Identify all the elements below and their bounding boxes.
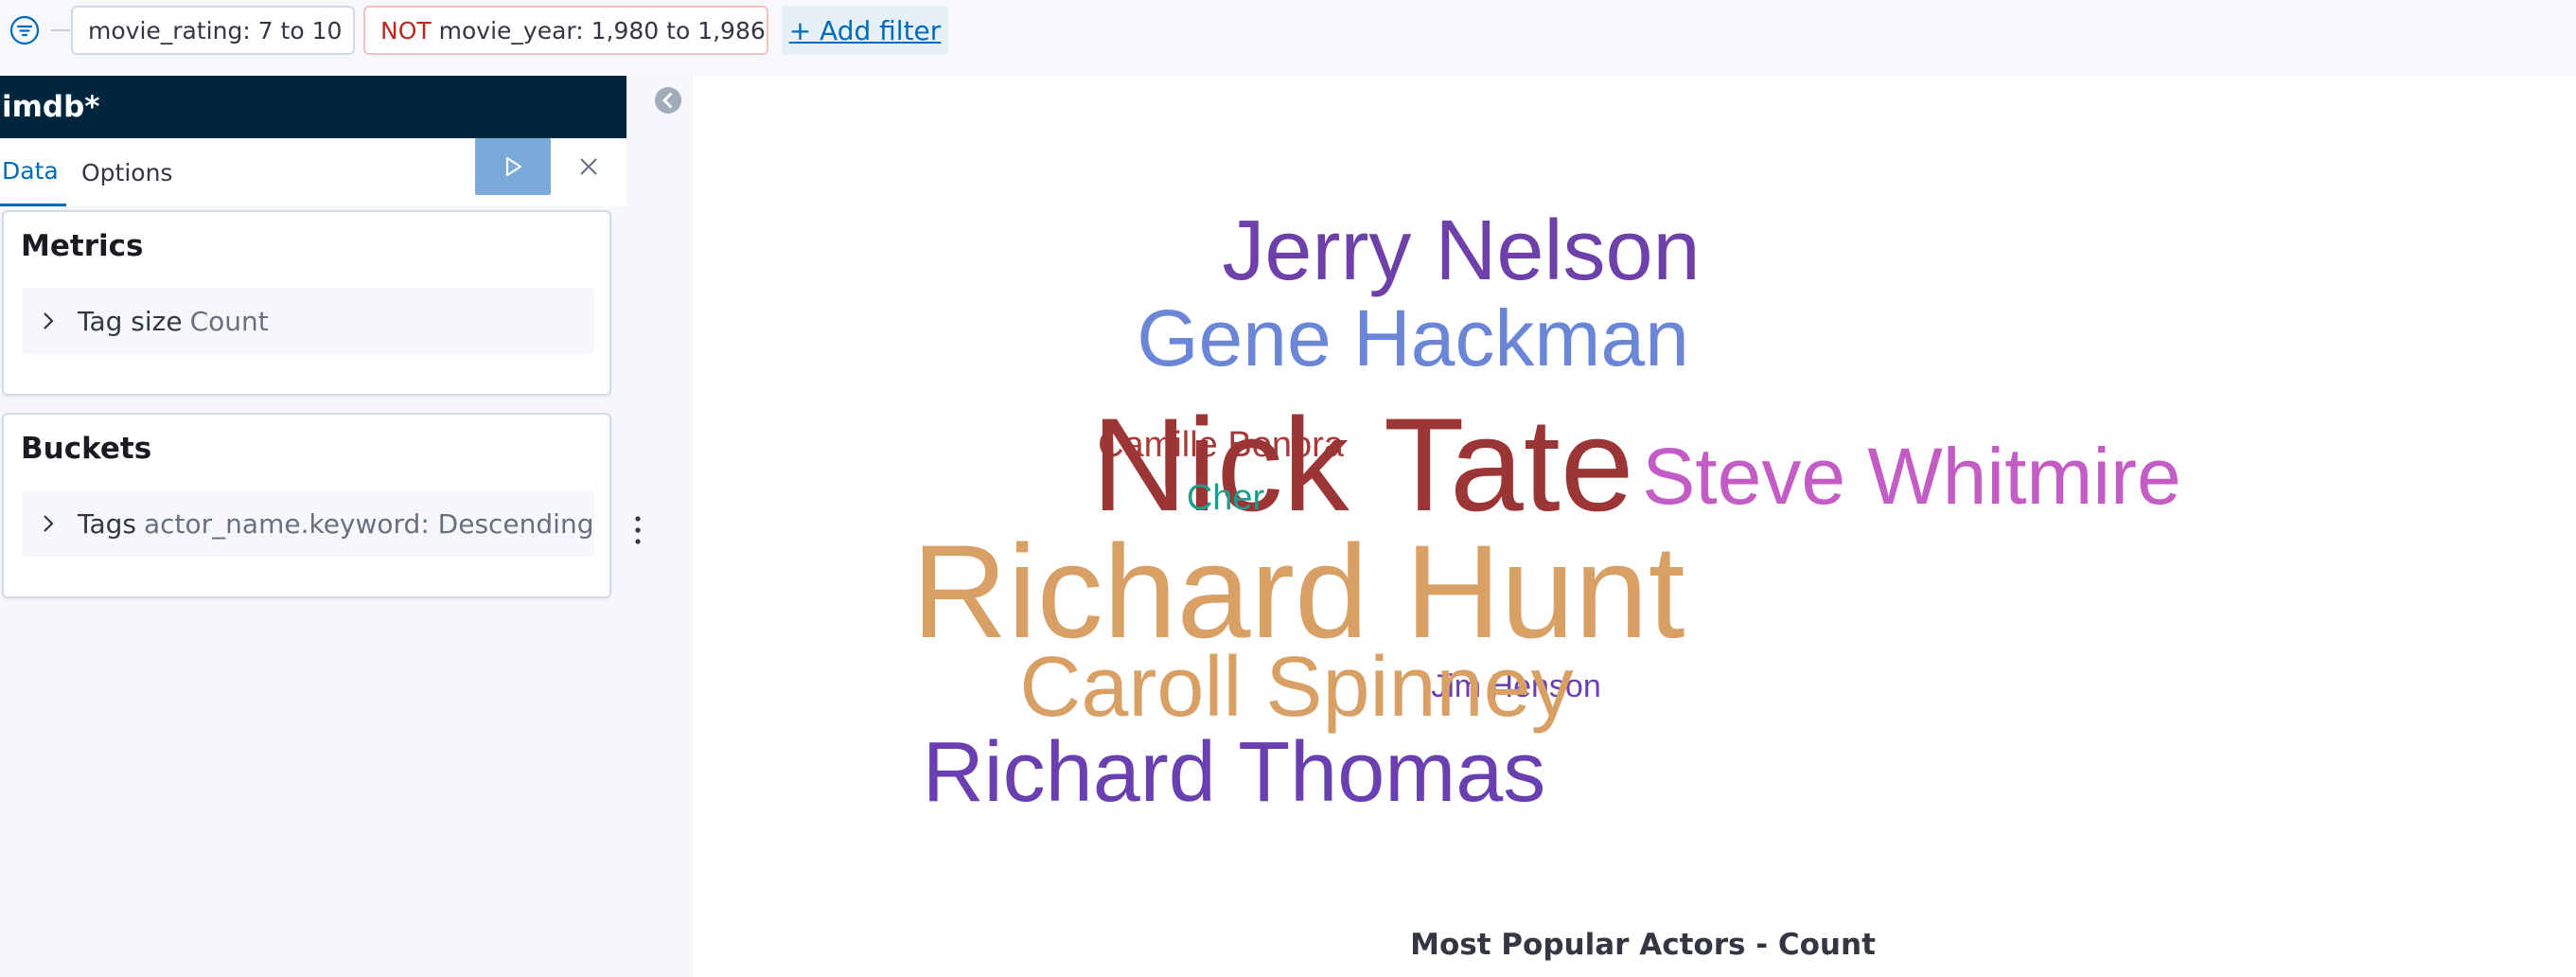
tag-cloud-word[interactable]: Steve Whitmire — [1642, 432, 2180, 521]
tag-cloud-word[interactable]: Caroll Spinney — [1019, 640, 1573, 735]
resize-handle-icon[interactable] — [628, 511, 647, 549]
filter-bar: movie_rating: 7 to 10 NOT movie_year: 1,… — [0, 0, 2576, 76]
aggregation-type: Tags — [78, 507, 136, 540]
play-icon — [505, 156, 522, 177]
metrics-title: Metrics — [21, 229, 144, 263]
discard-changes-button[interactable] — [568, 138, 609, 195]
visualization-title: Most Popular Actors - Count — [1410, 928, 1876, 962]
close-icon — [580, 158, 597, 175]
aggregation-type: Tag size — [78, 305, 183, 337]
filter-negation-label: NOT — [380, 16, 432, 44]
sidebar-tabs: Data Options — [0, 138, 626, 206]
filter-pill-label: movie_year: 1,980 to 1,986 — [438, 16, 766, 44]
metrics-panel: Metrics Tag size Count — [2, 210, 611, 396]
visualization-area: Jerry Nelson Gene Hackman Camille Bonora Ni… — [693, 76, 2576, 977]
aggregation-description: actor_name.keyword: Descending — [144, 507, 594, 540]
tag-cloud: Jerry NelsonGene HackmanCamille BonoraNi… — [911, 204, 2180, 820]
bucket-aggregation-row[interactable]: Tags actor_name.keyword: Descending — [23, 490, 594, 557]
add-filter-button[interactable]: + Add filter — [782, 6, 948, 55]
filter-menu-icon[interactable] — [9, 15, 40, 45]
chevron-right-icon[interactable] — [32, 305, 64, 337]
chevron-right-icon[interactable] — [32, 507, 64, 540]
tag-cloud-word[interactable]: Gene Hackman — [1137, 293, 1689, 382]
index-pattern-title: imdb* — [0, 76, 626, 138]
buckets-panel: Buckets Tags actor_name.keyword: Descend… — [2, 413, 611, 598]
editor-sidebar: imdb* Data Options Metrics Tag size Coun… — [0, 76, 626, 977]
buckets-title: Buckets — [21, 432, 152, 466]
filter-pill-movie-rating[interactable]: movie_rating: 7 to 10 — [71, 6, 355, 55]
aggregation-description: Count — [189, 305, 269, 337]
filter-pill-label: movie_rating: 7 to 10 — [88, 16, 343, 44]
filter-pill-movie-year[interactable]: NOT movie_year: 1,980 to 1,986 — [363, 6, 768, 55]
apply-changes-button[interactable] — [475, 138, 551, 195]
tab-options[interactable]: Options — [81, 138, 176, 206]
tag-cloud-word[interactable]: Richard Thomas — [923, 725, 1546, 820]
tag-cloud-word[interactable]: Cher — [1187, 478, 1265, 518]
metric-aggregation-row[interactable]: Tag size Count — [23, 288, 594, 354]
tag-cloud-word[interactable]: Jerry Nelson — [1222, 204, 1700, 298]
collapse-sidebar-icon[interactable] — [653, 85, 683, 115]
tab-data[interactable]: Data — [0, 138, 66, 206]
filter-divider — [51, 29, 70, 31]
